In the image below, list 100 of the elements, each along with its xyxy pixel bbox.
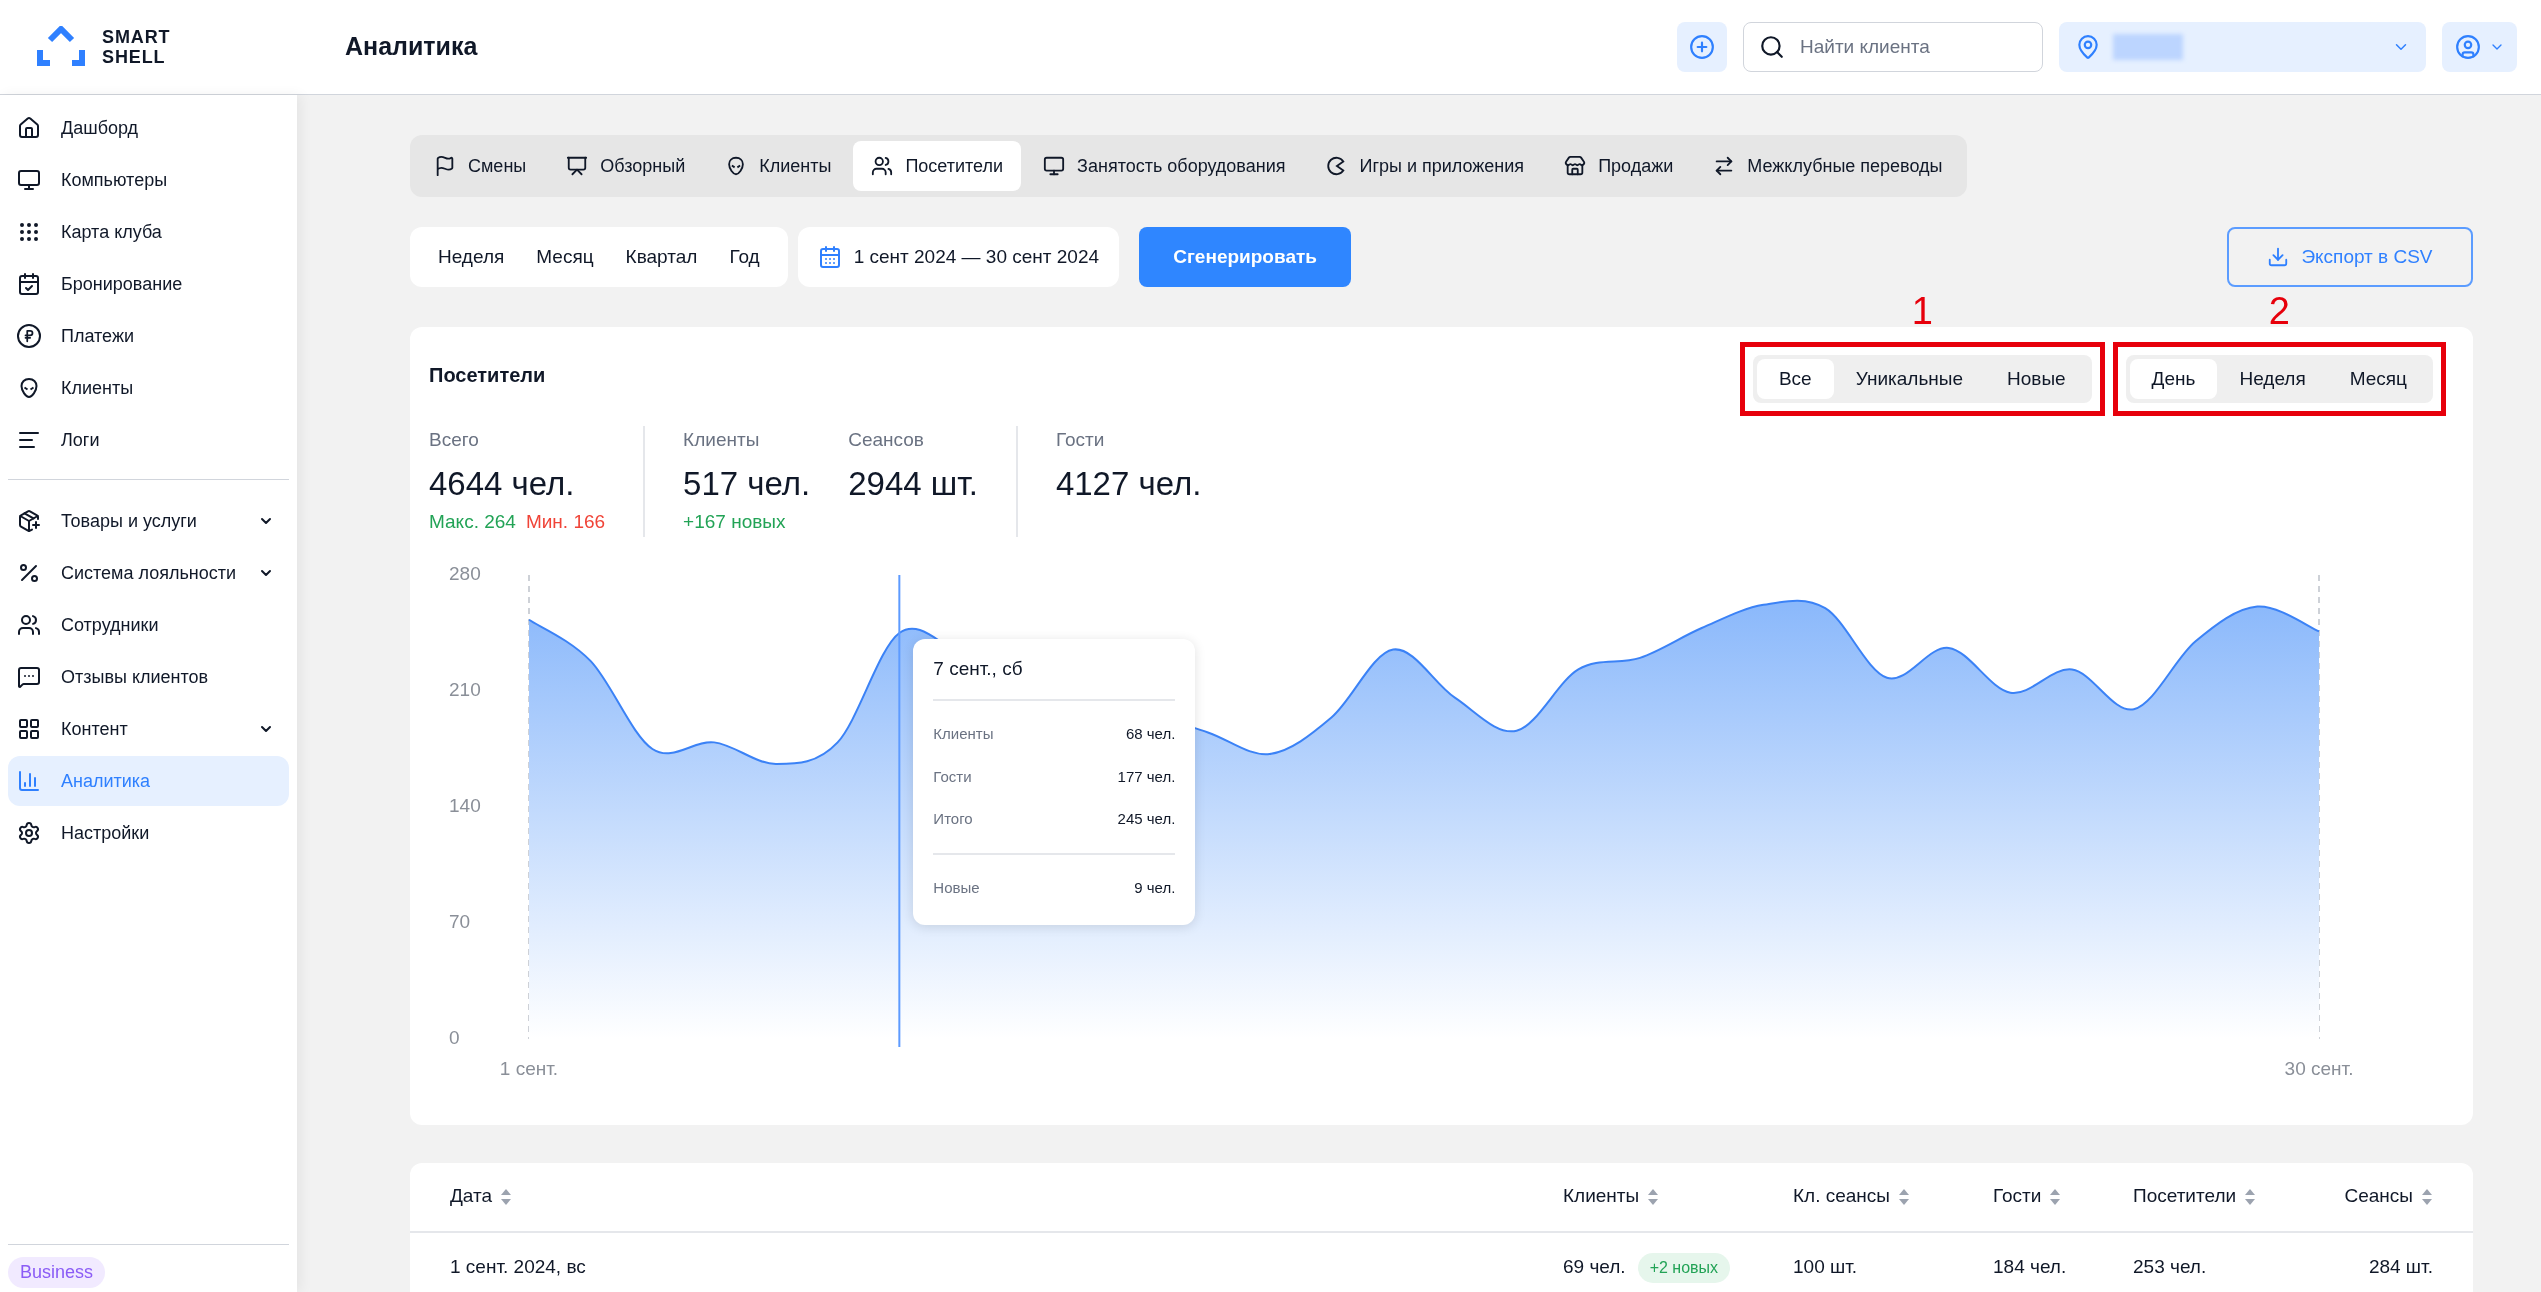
period-option[interactable]: Неделя (422, 233, 521, 281)
tab[interactable]: Игры и приложения (1307, 141, 1543, 191)
table-cell-text: 253 чел. (2133, 1255, 2208, 1280)
column-header: Кл. сеансы (1793, 1184, 1890, 1209)
house-icon (17, 116, 41, 140)
sidebar-item[interactable]: Сотрудники (8, 600, 289, 650)
sidebar-item[interactable]: Клиенты (8, 363, 289, 413)
search-icon (1759, 34, 1785, 60)
logo-text: SHELL (102, 47, 167, 67)
sidebar-item[interactable]: Дашборд (8, 103, 289, 153)
axis-label: 280 (449, 562, 481, 584)
table-cell-text: 1 сент. 2024, вс (450, 1255, 587, 1280)
stat-value: 517 чел. (683, 463, 811, 504)
page-title: Аналитика (345, 31, 478, 63)
tooltip-value: 245 чел. (1117, 809, 1176, 829)
period-option[interactable]: Месяц (520, 233, 610, 281)
axis-label: 30 сент. (2284, 1057, 2354, 1079)
plus-icon (1689, 34, 1715, 60)
flag-icon (434, 155, 456, 177)
tooltip-label: Новые (933, 877, 980, 898)
annotation-number: 2 (2268, 292, 2290, 330)
sort-icon[interactable] (2244, 1187, 2257, 1206)
axis-label: 0 (449, 1026, 460, 1048)
table-cell-text: 69 чел. (1563, 1255, 1626, 1280)
tooltip-label: Гости (933, 766, 972, 787)
segment-option[interactable]: Все (1756, 359, 1834, 399)
segment-option[interactable]: Новые (1985, 359, 2088, 399)
axis-label: 70 (449, 910, 471, 932)
new-clients-badge: +2 новых (1637, 1252, 1731, 1283)
segment-option[interactable]: Месяц (2327, 359, 2429, 399)
tooltip-title: 7 сент., сб (933, 654, 1176, 701)
stat-value: 2944 шт. (848, 463, 978, 504)
sidebar-item[interactable]: Компьютеры (8, 155, 289, 205)
profile-button[interactable] (2442, 22, 2517, 72)
segment-option[interactable]: Уникальные (1833, 359, 1985, 399)
column-header: Гости (1993, 1184, 2042, 1209)
sidebar-item[interactable]: Логи (8, 415, 289, 465)
tab[interactable]: Межклубные переводы (1695, 141, 1961, 191)
monitor-icon (1043, 155, 1066, 177)
column-header: Дата (450, 1184, 493, 1209)
sort-icon[interactable] (1898, 1187, 1910, 1206)
calendar-check-icon (17, 272, 41, 296)
location-select[interactable] (2059, 22, 2426, 72)
sidebar-item[interactable]: Настройки (8, 808, 289, 858)
card-title: Посетители (429, 363, 546, 388)
segment-option[interactable]: День (2129, 359, 2218, 399)
tab[interactable]: Занятость оборудования (1025, 141, 1304, 191)
sort-icon[interactable] (2049, 1187, 2062, 1206)
tab[interactable]: Посетители (853, 141, 1022, 191)
column-header: Клиенты (1563, 1184, 1640, 1209)
sidebar-item[interactable]: Товары и услуги (8, 496, 289, 546)
table-cell-text: 184 чел. (1993, 1255, 2068, 1280)
stat-label: Сеансов (848, 428, 925, 452)
logo-text: SMART (102, 27, 171, 47)
period-option[interactable]: Квартал (609, 233, 714, 281)
table-cell-text: 284 шт. (2367, 1255, 2433, 1280)
column-header: Сеансы (2344, 1184, 2413, 1209)
column-header: Посетители (2133, 1184, 2237, 1209)
sidebar-item[interactable]: Карта клуба (8, 207, 289, 257)
user-icon (2454, 34, 2481, 60)
stat-label: Клиенты (683, 428, 761, 452)
sidebar-item[interactable]: Система лояльности (8, 548, 289, 598)
annotation-number: 1 (1911, 292, 1933, 330)
sidebar-item[interactable]: Платежи (8, 311, 289, 361)
stat-label: Всего (429, 428, 480, 452)
users-icon (871, 155, 894, 177)
sort-icon[interactable] (1647, 1187, 1660, 1206)
dots-grid-icon (17, 220, 41, 244)
tab[interactable]: Обзорный (548, 141, 704, 191)
tab[interactable]: Продажи (1546, 141, 1692, 191)
stat-value: 4127 чел. (1055, 463, 1202, 504)
sidebar-item[interactable]: Бронирование (8, 259, 289, 309)
table-cell-text: 100 шт. (1793, 1255, 1859, 1280)
date-range-picker[interactable]: 1 сент 2024 — 30 сент 2024 (797, 227, 1120, 287)
sidebar-item[interactable]: Контент (8, 704, 289, 754)
tab[interactable]: Смены (416, 141, 545, 191)
blurred-block (2113, 34, 2183, 60)
sidebar-item[interactable]: Отзывы клиентов (8, 652, 289, 702)
store-icon (1564, 155, 1587, 177)
tooltip-label: Клиенты (933, 724, 994, 744)
sort-icon[interactable] (500, 1187, 513, 1206)
segment-option[interactable]: Неделя (2217, 359, 2328, 399)
add-button[interactable] (1677, 22, 1727, 72)
download-icon (2267, 246, 2290, 268)
stat-note: Макс. 264 (429, 510, 516, 534)
monitor-icon (17, 168, 41, 192)
tooltip-label: Итого (933, 809, 973, 829)
tab[interactable]: Клиенты (707, 141, 850, 191)
tooltip-value: 177 чел. (1117, 766, 1176, 787)
tooltip-value: 9 чел. (1134, 877, 1176, 898)
users-icon (17, 613, 41, 637)
generate-button[interactable]: Сгенерировать (1139, 227, 1352, 287)
percent-icon (17, 561, 41, 585)
box-plus-icon (17, 509, 41, 533)
grid-icon (17, 717, 41, 741)
sort-icon[interactable] (2421, 1187, 2433, 1206)
plan-badge: Business (8, 1257, 106, 1288)
search-field[interactable]: Найти клиента (1743, 22, 2043, 72)
period-option[interactable]: Год (713, 233, 776, 281)
chat-icon (17, 665, 41, 689)
